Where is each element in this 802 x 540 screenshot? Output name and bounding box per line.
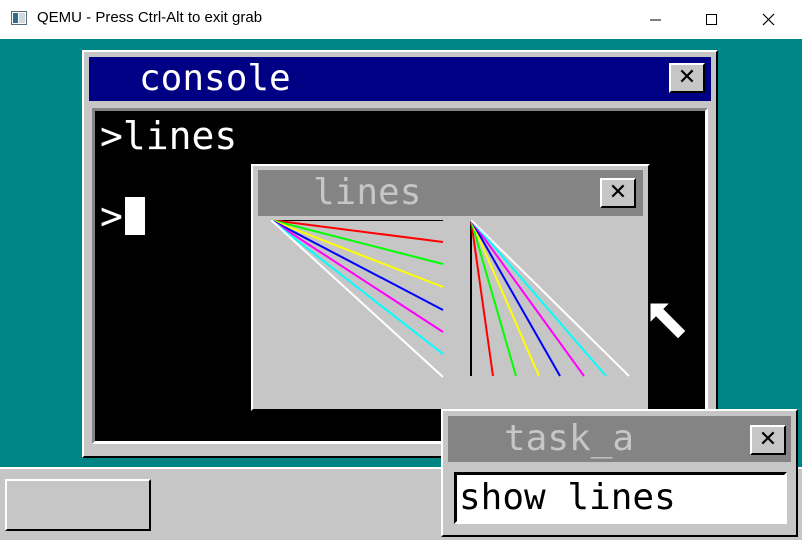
line-white bbox=[470, 220, 630, 377]
close-icon: ✕ bbox=[758, 427, 778, 452]
guest-desktop: console ✕ >lines > lines ✕ task_a ✕ show… bbox=[0, 39, 802, 540]
line-magenta bbox=[470, 220, 585, 377]
lines-title: lines bbox=[313, 172, 422, 213]
task-a-title: task_a bbox=[504, 418, 635, 459]
console-title-bar[interactable]: console ✕ bbox=[89, 57, 711, 101]
line-white bbox=[270, 220, 444, 378]
console-close-button[interactable]: ✕ bbox=[669, 63, 705, 93]
line-cyan bbox=[470, 220, 607, 377]
minimize-icon bbox=[650, 19, 661, 21]
line-cyan bbox=[270, 220, 444, 355]
task-a-text-field[interactable]: show lines bbox=[454, 472, 787, 524]
close-icon: ✕ bbox=[677, 65, 697, 90]
host-title-bar: QEMU - Press Ctrl-Alt to exit grab bbox=[0, 0, 802, 39]
left-fan bbox=[270, 220, 444, 378]
right-fan bbox=[470, 220, 630, 377]
qemu-app-icon bbox=[11, 11, 27, 25]
task-a-window[interactable]: task_a ✕ show lines bbox=[441, 409, 798, 537]
mouse-pointer-icon bbox=[649, 302, 687, 340]
text-cursor bbox=[124, 197, 145, 235]
maximize-icon bbox=[706, 14, 717, 25]
lines-window[interactable]: lines ✕ bbox=[251, 164, 650, 411]
line-blue bbox=[470, 220, 561, 377]
console-prompt: > bbox=[100, 194, 123, 238]
line-green bbox=[270, 220, 444, 265]
task-a-title-bar[interactable]: task_a ✕ bbox=[448, 416, 791, 462]
lines-close-button[interactable]: ✕ bbox=[600, 178, 636, 208]
maximize-button[interactable] bbox=[689, 0, 735, 39]
lines-title-bar[interactable]: lines ✕ bbox=[258, 170, 643, 216]
task-a-close-button[interactable]: ✕ bbox=[750, 425, 786, 455]
close-window-button[interactable] bbox=[746, 0, 792, 39]
minimize-button[interactable] bbox=[633, 0, 679, 39]
console-title: console bbox=[139, 58, 291, 99]
host-window-title: QEMU - Press Ctrl-Alt to exit grab bbox=[37, 9, 263, 26]
close-icon bbox=[762, 13, 775, 26]
line-blue bbox=[270, 220, 444, 311]
console-prompt-line: > bbox=[100, 193, 145, 239]
lines-drawing-canvas bbox=[270, 220, 630, 378]
console-line: >lines bbox=[100, 114, 238, 158]
start-button[interactable] bbox=[5, 479, 151, 531]
close-icon: ✕ bbox=[608, 180, 628, 205]
